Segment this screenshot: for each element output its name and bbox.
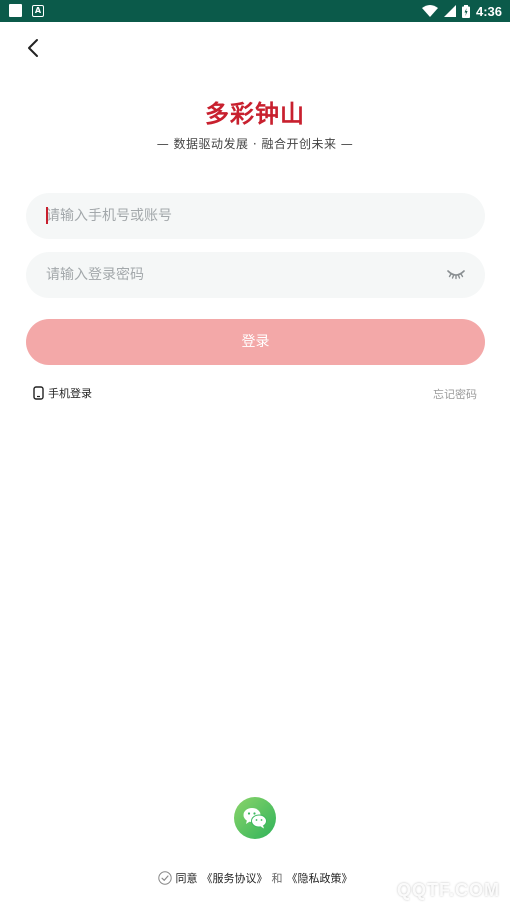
wifi-icon	[421, 5, 438, 17]
and-label: 和	[271, 872, 283, 885]
login-button[interactable]: 登录	[26, 319, 485, 365]
wechat-login-button[interactable]	[234, 797, 276, 839]
signal-icon	[443, 5, 456, 17]
forgot-password-link[interactable]: 忘记密码	[433, 386, 477, 402]
eye-closed-icon[interactable]	[447, 267, 465, 281]
password-field[interactable]	[26, 252, 485, 298]
square-notification-icon	[9, 4, 22, 17]
back-arrow-icon[interactable]	[22, 36, 46, 60]
phone-icon	[33, 386, 44, 400]
password-input[interactable]	[46, 252, 426, 298]
a-notification-icon: A	[32, 4, 44, 17]
battery-icon	[461, 4, 470, 18]
phone-login-label: 手机登录	[48, 387, 92, 400]
status-time: 4:36	[475, 3, 502, 19]
watermark: QQTF.COM	[397, 880, 500, 900]
agree-checkbox-icon[interactable]	[157, 871, 172, 885]
wechat-icon	[243, 808, 267, 829]
app-title: 多彩钟山	[205, 99, 305, 128]
account-field[interactable]	[26, 193, 485, 239]
status-bar: A 4:36	[0, 0, 510, 22]
phone-login-link[interactable]: 手机登录	[33, 385, 92, 401]
app-slogan: — 数据驱动发展 · 融合开创未来 —	[156, 137, 354, 151]
account-input[interactable]	[46, 193, 426, 239]
service-agreement-link[interactable]: 《服务协议》	[202, 870, 268, 886]
privacy-policy-link[interactable]: 《隐私政策》	[287, 870, 353, 886]
text-cursor	[46, 207, 48, 224]
agree-label: 同意	[175, 872, 198, 885]
